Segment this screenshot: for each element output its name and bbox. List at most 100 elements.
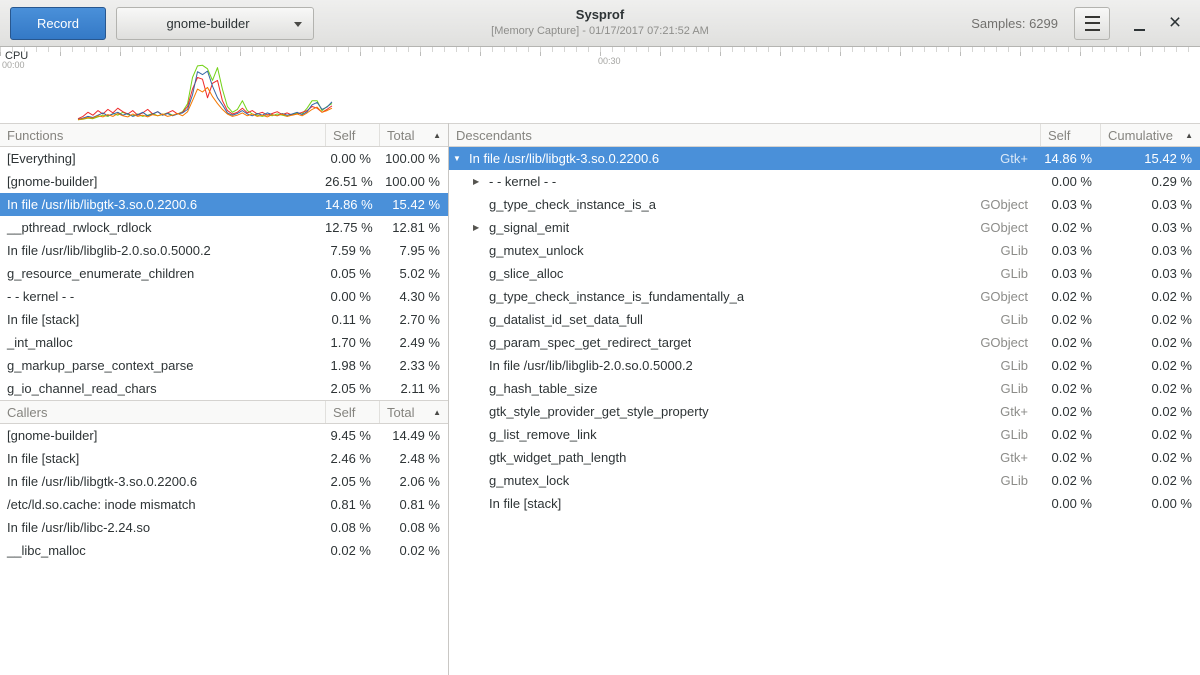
table-row[interactable]: g_resource_enumerate_children0.05 %5.02 … — [0, 262, 448, 285]
sort-indicator-icon: ▲ — [433, 131, 441, 140]
left-pane: Functions Self Total ▲ [Everything]0.00 … — [0, 123, 448, 675]
function-name: g_signal_emit — [489, 216, 569, 239]
cumulative-value: 0.02 % — [1100, 377, 1200, 400]
total-value: 7.95 % — [379, 239, 448, 262]
library-tag: GObject — [972, 216, 1040, 239]
table-row[interactable]: In file /usr/lib/libc-2.24.so0.08 %0.08 … — [0, 516, 448, 539]
cpu-graph-area[interactable]: CPU 00:00 00:30 — [0, 47, 1200, 123]
name-column: ▶- - kernel - - — [449, 170, 1040, 193]
tree-row[interactable]: In file /usr/lib/libglib-2.0.so.0.5000.2… — [449, 354, 1200, 377]
descendants-table: ▼In file /usr/lib/libgtk-3.so.0.2200.6Gt… — [449, 147, 1200, 515]
tree-row[interactable]: g_param_spec_get_redirect_targetGObject0… — [449, 331, 1200, 354]
tree-row[interactable]: g_hash_table_sizeGLib0.02 %0.02 % — [449, 377, 1200, 400]
cumulative-value: 0.02 % — [1100, 446, 1200, 469]
function-name: In file /usr/lib/libgtk-3.so.0.2200.6 — [469, 147, 659, 170]
menu-button[interactable] — [1074, 7, 1110, 40]
table-row[interactable]: g_markup_parse_context_parse1.98 %2.33 % — [0, 354, 448, 377]
column-header-cumulative[interactable]: Cumulative ▲ — [1100, 124, 1200, 146]
function-name: g_param_spec_get_redirect_target — [489, 331, 691, 354]
table-row[interactable]: [Everything]0.00 %100.00 % — [0, 147, 448, 170]
self-value: 0.02 % — [1040, 285, 1100, 308]
headerbar-right: Samples: 6299 × — [971, 7, 1190, 40]
column-header-callers[interactable]: Callers — [0, 401, 325, 423]
function-name: g_type_check_instance_is_fundamentally_a — [489, 285, 744, 308]
tree-row[interactable]: g_list_remove_linkGLib0.02 %0.02 % — [449, 423, 1200, 446]
function-name: [gnome-builder] — [0, 170, 325, 193]
function-name: g_mutex_unlock — [489, 239, 584, 262]
functions-table-header: Functions Self Total ▲ — [0, 123, 448, 147]
tree-row[interactable]: g_mutex_unlockGLib0.03 %0.03 % — [449, 239, 1200, 262]
library-tag: GObject — [972, 285, 1040, 308]
record-button[interactable]: Record — [10, 7, 106, 40]
headerbar: Record gnome-builder Sysprof [Memory Cap… — [0, 0, 1200, 47]
expander-icon[interactable]: ▶ — [473, 216, 489, 239]
process-selector-dropdown[interactable]: gnome-builder — [116, 7, 314, 40]
function-name: g_datalist_id_set_data_full — [489, 308, 643, 331]
tree-row[interactable]: g_type_check_instance_is_fundamentally_a… — [449, 285, 1200, 308]
table-row[interactable]: _int_malloc1.70 %2.49 % — [0, 331, 448, 354]
self-value: 0.02 % — [1040, 400, 1100, 423]
function-name: - - kernel - - — [489, 170, 556, 193]
minimize-button[interactable] — [1124, 7, 1154, 40]
column-header-self[interactable]: Self — [1040, 124, 1100, 146]
close-button[interactable]: × — [1160, 7, 1190, 40]
column-header-functions[interactable]: Functions — [0, 124, 325, 146]
self-value: 0.02 % — [1040, 331, 1100, 354]
table-row[interactable]: g_io_channel_read_chars2.05 %2.11 % — [0, 377, 448, 400]
column-header-total-label: Total — [387, 405, 414, 420]
callers-table-header: Callers Self Total ▲ — [0, 400, 448, 424]
tree-row[interactable]: g_datalist_id_set_data_fullGLib0.02 %0.0… — [449, 308, 1200, 331]
table-row[interactable]: In file [stack]0.11 %2.70 % — [0, 308, 448, 331]
table-row[interactable]: __libc_malloc0.02 %0.02 % — [0, 539, 448, 562]
tree-row[interactable]: ▼In file /usr/lib/libgtk-3.so.0.2200.6Gt… — [449, 147, 1200, 170]
column-header-self[interactable]: Self — [325, 124, 379, 146]
table-row[interactable]: [gnome-builder]9.45 %14.49 % — [0, 424, 448, 447]
library-tag: GLib — [993, 262, 1040, 285]
self-value: 0.03 % — [1040, 262, 1100, 285]
column-header-total[interactable]: Total ▲ — [379, 124, 448, 146]
table-row[interactable]: __pthread_rwlock_rdlock12.75 %12.81 % — [0, 216, 448, 239]
self-value: 26.51 % — [325, 170, 379, 193]
total-value: 0.81 % — [379, 493, 448, 516]
total-value: 2.70 % — [379, 308, 448, 331]
table-row[interactable]: In file /usr/lib/libgtk-3.so.0.2200.614.… — [0, 193, 448, 216]
tree-row[interactable]: g_type_check_instance_is_aGObject0.03 %0… — [449, 193, 1200, 216]
table-row[interactable]: - - kernel - -0.00 %4.30 % — [0, 285, 448, 308]
library-tag: GLib — [993, 469, 1040, 492]
tree-row[interactable]: ▶- - kernel - -0.00 %0.29 % — [449, 170, 1200, 193]
tree-row[interactable]: ▶g_signal_emitGObject0.02 %0.03 % — [449, 216, 1200, 239]
tree-row[interactable]: gtk_style_provider_get_style_propertyGtk… — [449, 400, 1200, 423]
total-value: 100.00 % — [379, 170, 448, 193]
timeline-ticks-minor — [0, 47, 1200, 52]
column-header-total[interactable]: Total ▲ — [379, 401, 448, 423]
table-row[interactable]: /etc/ld.so.cache: inode mismatch0.81 %0.… — [0, 493, 448, 516]
function-name: [gnome-builder] — [0, 424, 325, 447]
total-value: 2.49 % — [379, 331, 448, 354]
self-value: 14.86 % — [325, 193, 379, 216]
table-row[interactable]: [gnome-builder]26.51 %100.00 % — [0, 170, 448, 193]
table-row[interactable]: In file /usr/lib/libgtk-3.so.0.2200.62.0… — [0, 470, 448, 493]
table-row[interactable]: In file /usr/lib/libglib-2.0.so.0.5000.2… — [0, 239, 448, 262]
app-title: Sysprof — [491, 7, 709, 24]
function-name: gtk_style_provider_get_style_property — [489, 400, 709, 423]
self-value: 0.11 % — [325, 308, 379, 331]
function-name: In file [stack] — [0, 308, 325, 331]
self-value: 9.45 % — [325, 424, 379, 447]
column-header-descendants[interactable]: Descendants — [449, 124, 1040, 146]
tree-row[interactable]: g_mutex_lockGLib0.02 %0.02 % — [449, 469, 1200, 492]
table-row[interactable]: In file [stack]2.46 %2.48 % — [0, 447, 448, 470]
hamburger-icon — [1085, 16, 1100, 31]
cumulative-value: 0.02 % — [1100, 331, 1200, 354]
self-value: 0.00 % — [325, 147, 379, 170]
function-name: __pthread_rwlock_rdlock — [0, 216, 325, 239]
name-column: gtk_widget_path_lengthGtk+ — [449, 446, 1040, 469]
cumulative-value: 0.00 % — [1100, 492, 1200, 515]
self-value: 0.03 % — [1040, 193, 1100, 216]
function-name: In file /usr/lib/libglib-2.0.so.0.5000.2 — [0, 239, 325, 262]
tree-row[interactable]: g_slice_allocGLib0.03 %0.03 % — [449, 262, 1200, 285]
expander-icon[interactable]: ▼ — [453, 147, 469, 170]
tree-row[interactable]: gtk_widget_path_lengthGtk+0.02 %0.02 % — [449, 446, 1200, 469]
tree-row[interactable]: In file [stack]0.00 %0.00 % — [449, 492, 1200, 515]
column-header-self[interactable]: Self — [325, 401, 379, 423]
expander-icon[interactable]: ▶ — [473, 170, 489, 193]
